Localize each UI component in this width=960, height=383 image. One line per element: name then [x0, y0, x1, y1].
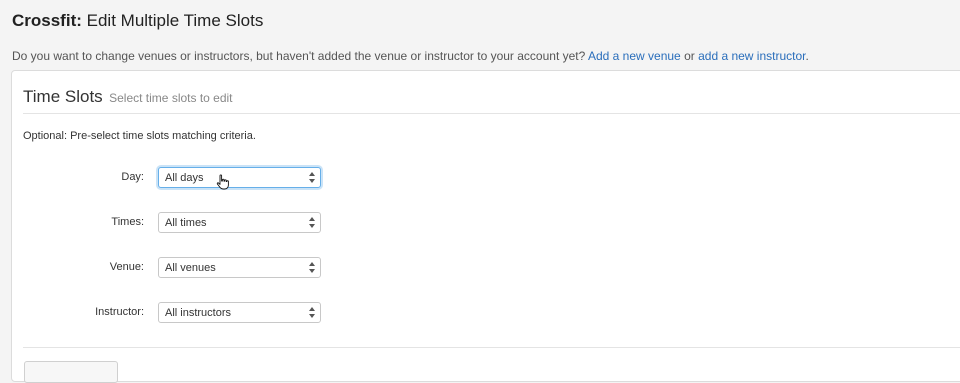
info-message-text: Do you want to change venues or instruct… [12, 49, 586, 63]
day-select-value: All days [165, 172, 204, 184]
page-title-text: Edit Multiple Time Slots [86, 11, 264, 30]
panel-title: Time Slots [23, 87, 103, 106]
info-connector: or [684, 49, 695, 63]
venue-label: Venue: [109, 261, 144, 273]
times-select-value: All times [165, 217, 207, 229]
info-message: Do you want to change venues or instruct… [12, 48, 809, 64]
select-arrows-icon [309, 307, 315, 318]
venue-row: Venue: All venues [12, 257, 412, 281]
day-row: Day: All days [12, 167, 412, 191]
hand-pointer-icon [216, 174, 229, 190]
instructor-select[interactable]: All instructors [158, 302, 321, 323]
page-title: Crossfit: Edit Multiple Time Slots [12, 10, 263, 32]
instructor-label: Instructor: [95, 306, 144, 318]
times-row: Times: All times [12, 212, 412, 236]
submit-button[interactable] [24, 361, 118, 383]
instructor-row: Instructor: All instructors [12, 302, 412, 326]
panel-hint: Select time slots to edit [109, 91, 233, 105]
optional-note: Optional: Pre-select time slots matching… [23, 130, 256, 142]
add-venue-link[interactable]: Add a new venue [588, 49, 681, 63]
day-select[interactable]: All days [158, 167, 321, 188]
panel-divider [23, 113, 960, 114]
day-label: Day: [121, 171, 144, 183]
page-title-brand: Crossfit: [12, 11, 82, 30]
time-slots-panel: Time Slots Select time slots to edit Opt… [11, 70, 960, 383]
times-label: Times: [111, 216, 144, 228]
select-arrows-icon [309, 217, 315, 228]
select-arrows-icon [309, 262, 315, 273]
info-period: . [805, 49, 809, 63]
panel-heading: Time Slots Select time slots to edit [23, 87, 233, 107]
form-footer-divider [23, 347, 960, 348]
venue-select[interactable]: All venues [158, 257, 321, 278]
instructor-select-value: All instructors [165, 307, 232, 319]
select-arrows-icon [309, 172, 315, 183]
add-instructor-link[interactable]: add a new instructor [698, 49, 805, 63]
times-select[interactable]: All times [158, 212, 321, 233]
venue-select-value: All venues [165, 262, 216, 274]
